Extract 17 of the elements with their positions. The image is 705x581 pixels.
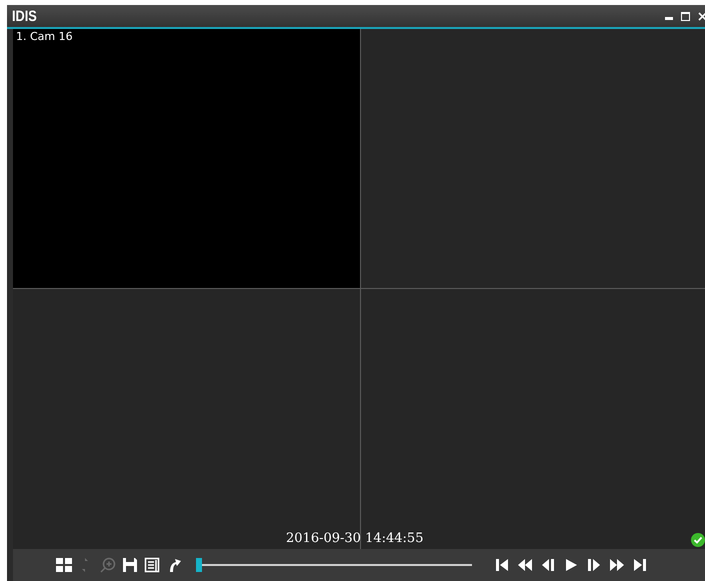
skip-to-end-icon[interactable]	[632, 557, 648, 573]
video-tile[interactable]: 1. Cam 16	[13, 29, 360, 288]
camera-label: 1. Cam 16	[16, 30, 73, 43]
layout-grid-icon[interactable]	[56, 557, 72, 573]
rewind-icon[interactable]	[517, 557, 533, 573]
check-icon	[691, 533, 705, 547]
close-icon[interactable]	[698, 12, 705, 20]
maximize-icon[interactable]	[681, 12, 690, 20]
window-title: IDIS	[12, 8, 37, 24]
timestamp: 2016-09-30 14:44:55	[286, 531, 424, 546]
fast-forward-icon[interactable]	[609, 557, 625, 573]
skip-to-start-icon[interactable]	[494, 557, 510, 573]
play-icon[interactable]	[563, 557, 579, 573]
step-back-icon[interactable]	[540, 557, 556, 573]
panel-icon[interactable]	[144, 557, 160, 573]
step-forward-icon[interactable]	[586, 557, 602, 573]
save-icon[interactable]	[122, 557, 138, 573]
